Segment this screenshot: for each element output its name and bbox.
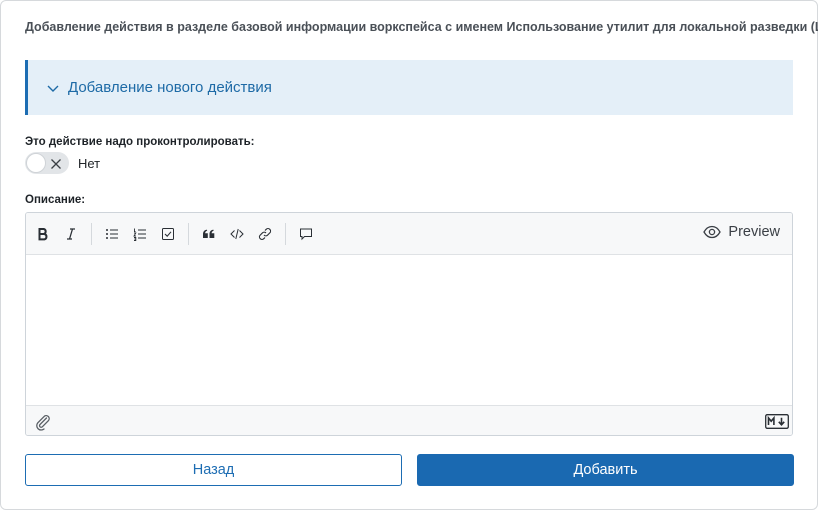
toggle-state-text: Нет <box>78 155 101 171</box>
chevron-down-icon <box>46 81 60 95</box>
numbered-list-icon <box>133 228 146 241</box>
toolbar-separator <box>91 222 92 245</box>
back-button[interactable]: Назад <box>25 454 402 486</box>
toggle-knob <box>26 153 46 173</box>
quote-button[interactable] <box>195 220 223 248</box>
description-textarea[interactable] <box>26 255 792 406</box>
code-icon <box>230 228 244 239</box>
accordion-title: Добавление нового действия <box>68 79 272 96</box>
control-label: Это действие надо проконтролировать: <box>25 136 255 148</box>
control-toggle-row: Нет <box>25 152 100 174</box>
control-toggle[interactable] <box>25 152 69 174</box>
close-icon <box>50 157 62 169</box>
numbered-list-button[interactable] <box>126 220 154 248</box>
editor-toolbar: Preview <box>26 213 792 255</box>
bold-button[interactable] <box>29 220 57 248</box>
task-list-button[interactable] <box>154 220 182 248</box>
form-card: Добавление действия в разделе базовой ин… <box>0 0 818 510</box>
editor-footer <box>26 406 792 435</box>
toolbar-separator <box>188 222 189 245</box>
bold-icon <box>38 227 48 240</box>
add-button[interactable]: Добавить <box>417 454 794 486</box>
preview-label: Preview <box>728 224 780 240</box>
paperclip-icon[interactable] <box>34 413 52 431</box>
comment-button[interactable] <box>292 220 320 248</box>
comment-icon <box>300 228 312 240</box>
eye-icon <box>703 225 722 239</box>
link-button[interactable] <box>251 220 279 248</box>
bullet-list-icon <box>106 228 118 239</box>
markdown-editor: Preview <box>25 212 793 436</box>
toolbar-separator <box>285 222 286 245</box>
code-button[interactable] <box>223 220 251 248</box>
add-action-accordion[interactable]: Добавление нового действия <box>25 60 793 115</box>
page-title: Добавление действия в разделе базовой ин… <box>25 20 818 34</box>
italic-icon <box>67 227 75 240</box>
description-label: Описание: <box>25 194 86 206</box>
bullet-list-button[interactable] <box>98 220 126 248</box>
quote-icon <box>203 229 215 238</box>
markdown-icon <box>765 414 789 429</box>
link-icon <box>258 227 272 240</box>
italic-button[interactable] <box>57 220 85 248</box>
preview-button[interactable]: Preview <box>703 223 780 241</box>
task-list-icon <box>162 227 174 240</box>
